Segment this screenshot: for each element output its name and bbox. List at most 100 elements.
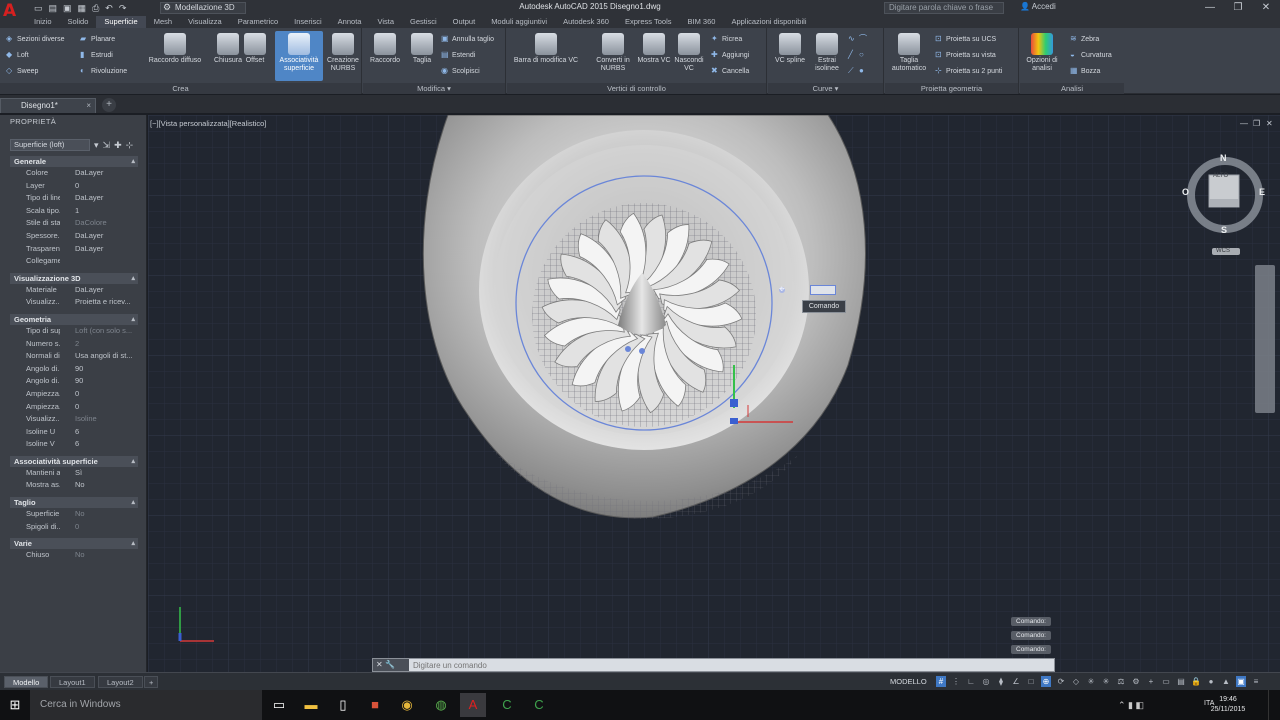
tab-autodesk-360[interactable]: Autodesk 360 bbox=[555, 16, 617, 28]
ortho-icon[interactable]: ∟ bbox=[966, 676, 976, 687]
property-value[interactable]: 6 bbox=[60, 426, 140, 439]
property-row[interactable]: Ampiezza...0 bbox=[10, 388, 146, 401]
property-row[interactable]: Spigoli di... 0 bbox=[10, 521, 146, 534]
close-cmd-icon[interactable]: ✕ bbox=[376, 660, 383, 669]
property-row[interactable]: Superficie... No bbox=[10, 508, 146, 521]
property-row[interactable]: Tipo di lineaDaLayer bbox=[10, 192, 146, 205]
tray-icons[interactable]: ⌃ ▮ ◧ ⚡ ✉ 🔈 bbox=[1118, 693, 1144, 717]
recorder-icon[interactable]: C bbox=[526, 693, 552, 717]
draft-button[interactable]: ▦ Bozza bbox=[1070, 66, 1100, 76]
property-value[interactable]: Usa angoli di st... bbox=[60, 350, 140, 363]
tab-moduli-aggiuntivi[interactable]: Moduli aggiuntivi bbox=[483, 16, 555, 28]
wcs-menu[interactable]: WCS bbox=[1216, 248, 1230, 254]
tab-visualizza[interactable]: Visualizza bbox=[180, 16, 230, 28]
property-row[interactable]: Angolo di... 90 bbox=[10, 375, 146, 388]
property-row[interactable]: Spessore...DaLayer bbox=[10, 230, 146, 243]
annotation-scale-icon[interactable]: ⚖ bbox=[1116, 676, 1126, 687]
property-value[interactable] bbox=[60, 255, 140, 268]
viewcube-east[interactable]: E bbox=[1259, 187, 1265, 197]
surface-associativity-button[interactable]: Associatività superficie bbox=[275, 31, 323, 81]
osnap-track-icon[interactable]: ∠ bbox=[1011, 676, 1021, 687]
quick-select-icon[interactable]: ⇲ bbox=[103, 140, 111, 151]
auto-scale-icon[interactable]: ✳ bbox=[1101, 676, 1111, 687]
panel-label-modifica[interactable]: Modifica ▾ bbox=[363, 83, 505, 94]
properties-section-header[interactable]: Associatività superficie bbox=[10, 455, 138, 467]
dynamic-ucs-icon[interactable]: ⊕ bbox=[1041, 676, 1051, 687]
project-view-button[interactable]: ⊡ Proietta su vista bbox=[935, 50, 996, 60]
trim-button[interactable]: Taglia bbox=[407, 31, 437, 81]
extrude-button[interactable]: ▮ Estrudi bbox=[80, 50, 113, 60]
property-value[interactable]: 90 bbox=[60, 375, 140, 388]
property-row[interactable]: Colore DaLayer bbox=[10, 167, 146, 180]
tab-mesh[interactable]: Mesh bbox=[146, 16, 180, 28]
snap-icon[interactable]: ⋮ bbox=[951, 676, 961, 687]
property-row[interactable]: Ampiezza...0 bbox=[10, 401, 146, 414]
cv-edit-bar-button[interactable]: Barra di modifica VC bbox=[511, 31, 581, 81]
tab-solido[interactable]: Solido bbox=[60, 16, 97, 28]
sculpt-button[interactable]: ◉ Scolpisci bbox=[441, 66, 480, 76]
taskbar-search[interactable]: Cerca in Windows bbox=[30, 690, 262, 720]
show-cv-button[interactable]: Mostra VC bbox=[637, 31, 671, 81]
camtasia-icon[interactable]: C bbox=[494, 693, 520, 717]
property-value[interactable]: Proietta e ricev... bbox=[60, 296, 140, 309]
navigation-bar[interactable] bbox=[1255, 265, 1275, 413]
tab-parametrico[interactable]: Parametrico bbox=[230, 16, 286, 28]
quick-properties-icon[interactable]: ▤ bbox=[1176, 676, 1186, 687]
properties-section-header[interactable]: Taglio bbox=[10, 497, 138, 509]
viewcube-west[interactable]: O bbox=[1182, 187, 1189, 197]
restore-icon[interactable]: ❐ bbox=[1224, 0, 1252, 16]
chrome-icon[interactable]: ◉ bbox=[394, 693, 420, 717]
select-objects-icon[interactable]: ✚ bbox=[114, 140, 122, 151]
new-icon[interactable]: ▭ bbox=[34, 3, 43, 14]
undo-icon[interactable]: ↶ bbox=[105, 3, 113, 14]
toggle-pickadd-icon[interactable]: ▾ bbox=[94, 140, 99, 151]
curve-tool-3[interactable]: ⟋ ● bbox=[848, 66, 867, 76]
workspace-switch-icon[interactable]: ⚙ bbox=[1131, 676, 1141, 687]
revolve-button[interactable]: ◐ Rivoluzione bbox=[80, 66, 127, 76]
autocad-logo-button[interactable]: A bbox=[0, 0, 26, 28]
close-icon[interactable]: ✕ bbox=[1252, 0, 1280, 16]
property-row[interactable]: Stile di sta... DaColore bbox=[10, 217, 146, 230]
panel-label-curve[interactable]: Curve ▾ bbox=[768, 83, 883, 94]
annotation-visibility-icon[interactable]: ✳ bbox=[1086, 676, 1096, 687]
extract-isolines-button[interactable]: Estrai isolinee bbox=[808, 31, 846, 81]
sweep-button[interactable]: ◇ Sweep bbox=[6, 66, 38, 76]
property-row[interactable]: Chiuso No bbox=[10, 549, 146, 562]
property-row[interactable]: Numero s... 2 bbox=[10, 338, 146, 351]
command-line-controls[interactable]: ✕ 🔧 bbox=[373, 659, 409, 671]
tab-inizio[interactable]: Inizio bbox=[26, 16, 60, 28]
curve-tool-1[interactable]: ∿ ⌒ bbox=[848, 34, 867, 44]
tab-applicazioni[interactable]: Applicazioni disponibili bbox=[723, 16, 814, 28]
autocad-taskbar-icon[interactable]: A bbox=[460, 693, 486, 717]
pick-icon[interactable]: ⊹ bbox=[126, 140, 134, 151]
property-row[interactable]: Angolo di... 90 bbox=[10, 363, 146, 376]
workspace-dropdown[interactable]: Modellazione 3D bbox=[160, 2, 246, 14]
loft-button[interactable]: ◆ Loft bbox=[6, 50, 29, 60]
viewport-label[interactable]: [−][Vista personalizzata][Realistico] bbox=[150, 119, 266, 128]
customization-icon[interactable]: ≡ bbox=[1251, 676, 1261, 687]
tab-bim-360[interactable]: BIM 360 bbox=[680, 16, 724, 28]
osnap-icon[interactable]: □ bbox=[1026, 676, 1036, 687]
help-search-input[interactable]: Digitare parola chiave o frase bbox=[884, 2, 1004, 14]
tab-model[interactable]: Modello bbox=[4, 676, 49, 688]
properties-section-header[interactable]: Generale bbox=[10, 156, 138, 167]
annotation-monitor-icon[interactable]: + bbox=[1146, 676, 1156, 687]
app-green-icon[interactable]: ◍ bbox=[428, 693, 454, 717]
model-space-toggle[interactable]: MODELLO bbox=[890, 677, 927, 686]
property-value[interactable]: Sì bbox=[60, 467, 140, 480]
properties-section-header[interactable]: Visualizzazione 3D bbox=[10, 272, 138, 284]
cv-spline-button[interactable]: VC spline bbox=[770, 31, 810, 81]
curve-tool-2[interactable]: ╱ ○ bbox=[848, 50, 867, 60]
clean-screen-icon[interactable]: ▣ bbox=[1236, 676, 1246, 687]
untrim-button[interactable]: ▣ Annulla taglio bbox=[441, 34, 494, 44]
property-row[interactable]: Isoline V 6 bbox=[10, 438, 146, 451]
isolate-objects-icon[interactable]: ● bbox=[1206, 676, 1216, 687]
viewport-close-icon[interactable]: ✕ bbox=[1266, 119, 1273, 128]
properties-section-header[interactable]: Geometria bbox=[10, 313, 138, 325]
property-value[interactable]: DaLayer bbox=[60, 284, 140, 297]
auto-trim-button[interactable]: Taglia automatico bbox=[887, 31, 931, 81]
property-value[interactable]: 90 bbox=[60, 363, 140, 376]
hide-cv-button[interactable]: Nascondi VC bbox=[671, 31, 707, 81]
task-view-icon[interactable]: ▭ bbox=[266, 693, 292, 717]
selection-cycling-icon[interactable]: ⟳ bbox=[1056, 676, 1066, 687]
